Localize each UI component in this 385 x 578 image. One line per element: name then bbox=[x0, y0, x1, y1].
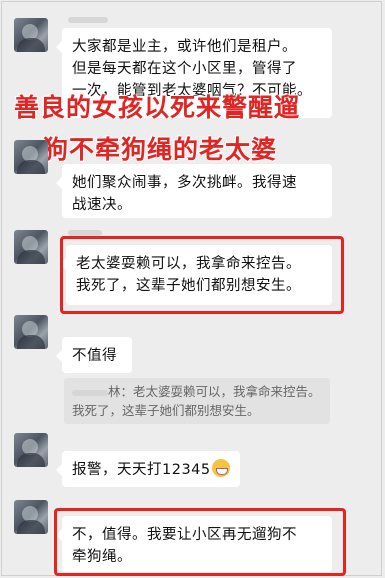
avatar[interactable] bbox=[14, 140, 48, 174]
quoted-sender-suffix: 林： bbox=[108, 384, 134, 399]
sender-name bbox=[68, 17, 108, 23]
avatar[interactable] bbox=[14, 315, 48, 349]
message-bubble[interactable]: 不值得 bbox=[56, 337, 132, 373]
quoted-sender-name bbox=[72, 389, 108, 396]
message-bubble[interactable]: 报警，天天打12345 bbox=[56, 451, 240, 487]
message-text: 报警，天天打12345 bbox=[72, 462, 211, 478]
grin-emoji-icon bbox=[211, 459, 230, 477]
highlight-box bbox=[54, 508, 346, 576]
highlight-box bbox=[60, 236, 344, 314]
avatar[interactable] bbox=[14, 500, 48, 534]
avatar[interactable] bbox=[14, 230, 48, 264]
avatar[interactable] bbox=[14, 433, 48, 467]
overlay-caption-line1: 善良的女孩以死来警醒遛 bbox=[14, 93, 301, 122]
overlay-caption-line2: 狗不牵狗绳的老太婆 bbox=[43, 135, 278, 164]
message-bubble[interactable]: 她们聚众闹事，多次挑衅。我得速 战速决。 bbox=[56, 164, 332, 218]
quoted-message[interactable]: 林：老太婆耍赖可以，我拿命来控告。我死了，这辈子她们都别想安生。 bbox=[64, 378, 330, 424]
avatar[interactable] bbox=[14, 18, 48, 52]
